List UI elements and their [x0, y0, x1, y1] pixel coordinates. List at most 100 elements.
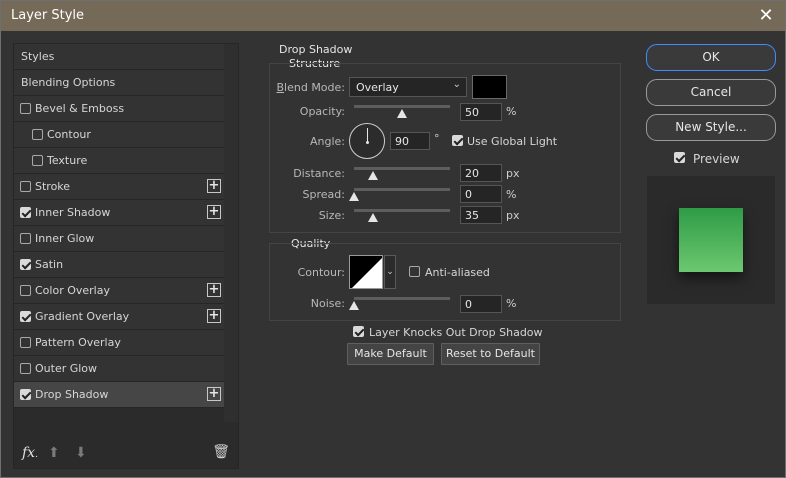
styles-list-item[interactable]: Bevel & Emboss	[14, 96, 225, 122]
contour-picker[interactable]	[349, 255, 383, 289]
styles-list-item[interactable]: Styles	[14, 44, 225, 70]
use-global-light-label: Use Global Light	[467, 135, 558, 148]
size-slider[interactable]	[354, 209, 450, 212]
opacity-input[interactable]: 50	[460, 103, 502, 121]
style-enable-checkbox[interactable]	[20, 363, 31, 374]
styles-list-item-label: Drop Shadow	[35, 388, 109, 401]
style-enable-checkbox[interactable]	[32, 155, 43, 166]
styles-list-item[interactable]: Contour	[14, 122, 225, 148]
styles-list-item[interactable]: Drop Shadow +	[14, 382, 225, 408]
spread-input[interactable]: 0	[460, 185, 502, 203]
angle-label: Angle:	[309, 135, 345, 148]
style-enable-checkbox[interactable]	[20, 181, 31, 192]
styles-list-item[interactable]: Color Overlay +	[14, 278, 225, 304]
styles-list-item[interactable]: Satin	[14, 252, 225, 278]
angle-input[interactable]: 90	[390, 132, 430, 150]
distance-input[interactable]: 20	[460, 164, 502, 182]
styles-list-item-label: Texture	[47, 154, 88, 167]
style-enable-checkbox[interactable]	[20, 285, 31, 296]
new-style-button[interactable]: New Style...	[646, 114, 776, 141]
styles-list-item[interactable]: Blending Options	[14, 70, 225, 96]
styles-list-item-label: Outer Glow	[35, 362, 98, 375]
reset-to-default-button[interactable]: Reset to Default	[441, 343, 540, 365]
add-effect-plus-icon[interactable]: +	[207, 179, 221, 193]
opacity-unit: %	[506, 105, 517, 118]
close-icon[interactable]: ✕	[755, 5, 777, 27]
preview-checkbox[interactable]	[674, 152, 685, 163]
noise-slider-thumb[interactable]	[349, 301, 359, 310]
spread-unit: %	[506, 188, 517, 201]
style-enable-checkbox[interactable]	[20, 233, 31, 244]
styles-list-item[interactable]: Gradient Overlay +	[14, 304, 225, 330]
angle-center-dot	[366, 141, 369, 144]
noise-slider[interactable]	[354, 297, 450, 300]
angle-unit: °	[434, 132, 440, 145]
styles-list-item[interactable]: Stroke +	[14, 174, 225, 200]
chevron-down-icon: ⌄	[452, 79, 461, 90]
noise-unit: %	[506, 297, 517, 310]
opacity-slider-thumb[interactable]	[397, 109, 407, 118]
styles-list-item[interactable]: Outer Glow	[14, 356, 225, 382]
add-effect-plus-icon[interactable]: +	[207, 205, 221, 219]
styles-scrollbar[interactable]	[224, 44, 238, 422]
styles-list-item[interactable]: Texture	[14, 148, 225, 174]
opacity-slider[interactable]	[354, 105, 450, 108]
styles-list-item-label: Bevel & Emboss	[35, 102, 125, 115]
add-effect-plus-icon[interactable]: +	[207, 309, 221, 323]
dialog-title: Layer Style	[11, 8, 85, 23]
size-slider-thumb[interactable]	[368, 213, 379, 222]
shadow-color-swatch[interactable]	[472, 75, 507, 99]
opacity-label: Opacity:	[299, 105, 345, 118]
style-enable-checkbox[interactable]	[20, 259, 31, 270]
preview-square	[679, 208, 743, 272]
ok-button[interactable]: OK	[646, 44, 776, 71]
preview-label: Preview	[693, 152, 740, 166]
styles-list-item-label: Color Overlay	[35, 284, 110, 297]
size-input[interactable]: 35	[460, 206, 502, 224]
add-effect-plus-icon[interactable]: +	[207, 387, 221, 401]
spread-slider-thumb[interactable]	[349, 192, 359, 201]
knockout-checkbox[interactable]	[353, 326, 364, 337]
noise-input[interactable]: 0	[460, 295, 502, 313]
styles-panel: Styles Blending Options Bevel & Emboss Cont…	[13, 43, 239, 469]
styles-list-item[interactable]: Pattern Overlay	[14, 330, 225, 356]
style-enable-checkbox[interactable]	[32, 129, 43, 140]
styles-footer: fx. ⬆ ⬇ 🗑	[14, 440, 238, 468]
make-default-button[interactable]: Make Default	[347, 343, 434, 365]
styles-list-item-label: Satin	[35, 258, 64, 271]
style-enable-checkbox[interactable]	[20, 389, 31, 400]
anti-aliased-checkbox[interactable]	[409, 266, 420, 277]
fx-button[interactable]: fx.	[22, 445, 38, 461]
styles-list-item-label: Styles	[21, 50, 55, 63]
angle-needle	[367, 128, 368, 142]
blend-mode-select[interactable]: Overlay ⌄	[349, 77, 467, 97]
angle-dial[interactable]	[349, 123, 385, 159]
knockout-label: Layer Knocks Out Drop Shadow	[369, 326, 543, 339]
distance-label: Distance:	[293, 167, 345, 180]
move-down-icon[interactable]: ⬇	[75, 445, 87, 461]
contour-dropdown-chevron-icon[interactable]: ⌄	[384, 255, 396, 289]
size-unit: px	[506, 209, 520, 222]
style-enable-checkbox[interactable]	[20, 337, 31, 348]
move-up-icon[interactable]: ⬆	[48, 445, 60, 461]
distance-slider-thumb[interactable]	[368, 171, 379, 180]
styles-list-item-label: Inner Shadow	[35, 206, 111, 219]
distance-slider[interactable]	[354, 167, 450, 170]
style-enable-checkbox[interactable]	[20, 207, 31, 218]
trash-icon[interactable]: 🗑	[212, 444, 230, 460]
preview-thumbnail	[647, 176, 775, 304]
add-effect-plus-icon[interactable]: +	[207, 283, 221, 297]
use-global-light-checkbox[interactable]	[452, 135, 463, 146]
styles-list-item-label: Pattern Overlay	[35, 336, 121, 349]
styles-list-item-label: Inner Glow	[35, 232, 95, 245]
cancel-button[interactable]: Cancel	[646, 79, 776, 106]
style-enable-checkbox[interactable]	[20, 103, 31, 114]
spread-slider[interactable]	[354, 188, 450, 191]
blend-mode-value: Overlay	[356, 81, 399, 94]
blend-mode-label: Blend Mode:	[276, 81, 346, 94]
spread-label: Spread:	[302, 188, 345, 201]
styles-list-item[interactable]: Inner Glow	[14, 226, 225, 252]
styles-list-item[interactable]: Inner Shadow +	[14, 200, 225, 226]
style-enable-checkbox[interactable]	[20, 311, 31, 322]
layer-style-dialog: Layer Style ✕ Styles Blending Options Beve…	[0, 0, 786, 478]
